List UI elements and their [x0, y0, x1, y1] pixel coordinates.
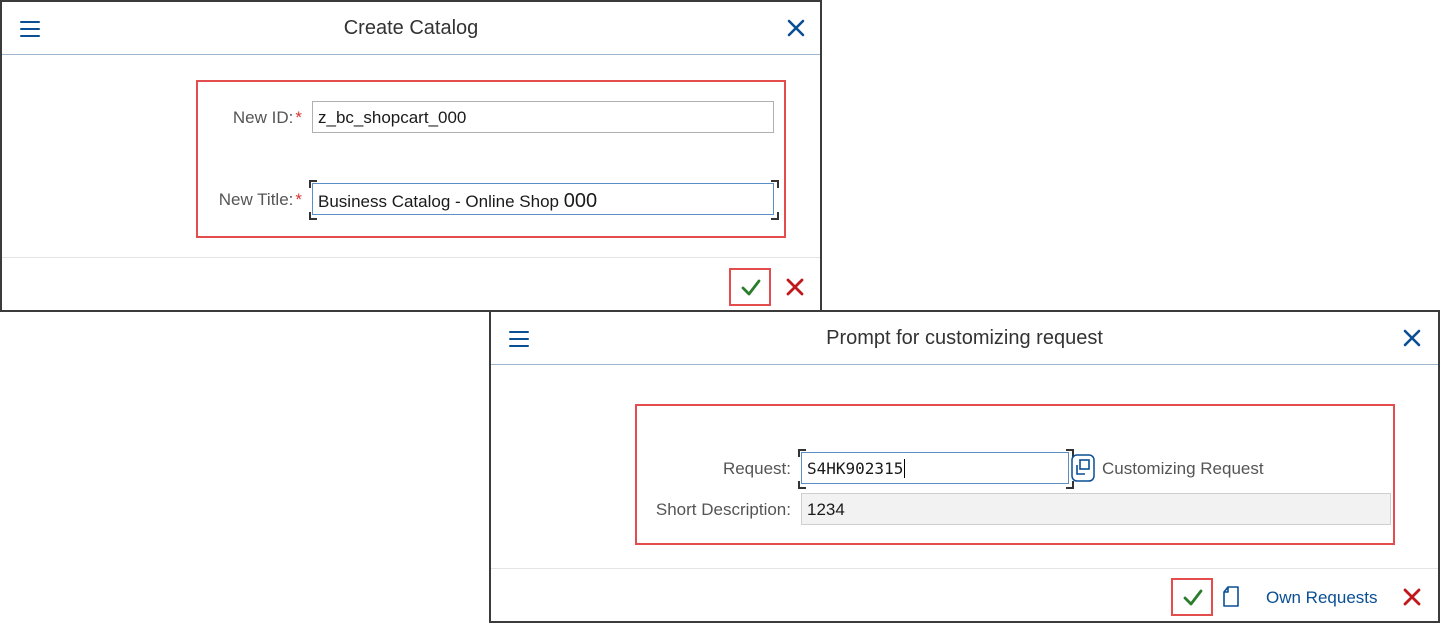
- customizing-request-dialog: Prompt for customizing request Request: …: [489, 310, 1440, 623]
- dialog-footer: [2, 257, 820, 310]
- checkmark-icon: [741, 279, 761, 296]
- focus-corner: [798, 481, 806, 489]
- close-icon[interactable]: [1401, 327, 1423, 349]
- focus-corner: [309, 180, 317, 188]
- cancel-icon: [786, 278, 804, 296]
- short-description-label: Short Description:: [655, 500, 791, 519]
- new-document-icon[interactable]: [1222, 586, 1240, 608]
- value-help-icon[interactable]: [1071, 454, 1095, 482]
- checkmark-icon: [1183, 589, 1203, 606]
- cancel-icon: [1403, 588, 1421, 606]
- dialog-title: Create Catalog: [343, 17, 479, 39]
- focus-corner: [309, 212, 317, 220]
- focus-corner: [798, 449, 806, 457]
- new-title-field[interactable]: Business Catalog - Online Shop 000: [312, 183, 774, 215]
- close-icon[interactable]: [785, 17, 807, 39]
- new-title-label: New Title: *: [218, 190, 302, 209]
- new-id-label: New ID: *: [232, 108, 302, 127]
- cancel-button[interactable]: [784, 276, 806, 298]
- request-field[interactable]: S4HK902315: [801, 452, 1069, 484]
- request-type-text: Customizing Request: [1102, 459, 1264, 478]
- short-description-field: 1234: [801, 493, 1391, 525]
- focus-corner: [1066, 481, 1074, 489]
- focus-corner: [771, 212, 779, 220]
- cancel-button[interactable]: [1401, 586, 1423, 608]
- confirm-button[interactable]: [1171, 578, 1213, 616]
- dialog-title: Prompt for customizing request: [826, 327, 1103, 349]
- dialog-header: Create Catalog: [2, 2, 820, 55]
- own-requests-link[interactable]: Own Requests: [1266, 588, 1378, 608]
- new-id-field[interactable]: z_bc_shopcart_000: [312, 101, 774, 133]
- focus-corner: [771, 180, 779, 188]
- confirm-button[interactable]: [729, 268, 771, 306]
- request-label: Request:: [722, 459, 791, 478]
- create-catalog-dialog: Create Catalog New ID: * z_bc_shopcart_00…: [0, 0, 822, 312]
- dialog-header: Prompt for customizing request: [491, 312, 1438, 365]
